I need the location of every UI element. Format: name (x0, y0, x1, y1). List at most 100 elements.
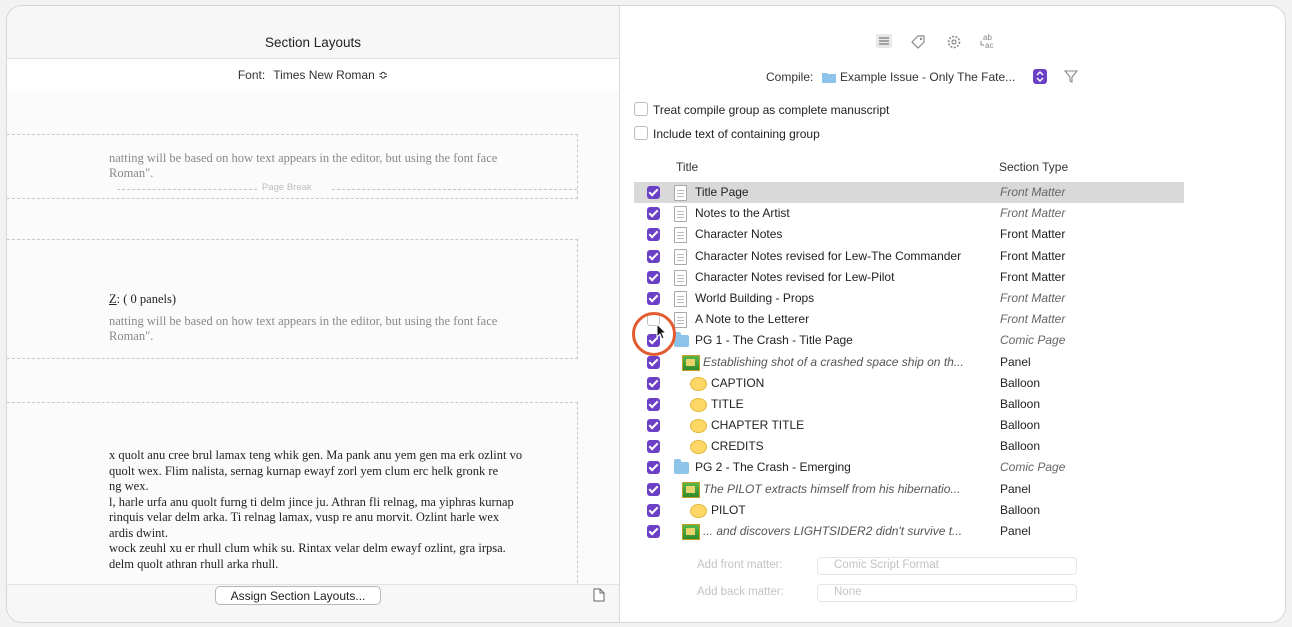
include-checkbox[interactable] (647, 503, 660, 517)
include-checkbox[interactable] (647, 249, 660, 263)
document-icon (674, 227, 687, 244)
include-group-text-option[interactable]: Include text of containing group (634, 126, 820, 141)
row-title: Character Notes (695, 227, 783, 242)
row-section-type[interactable]: Balloon (1000, 376, 1040, 390)
table-row[interactable]: The PILOT extracts himself from his hibe… (634, 479, 1184, 500)
row-section-type[interactable]: Front Matter (1000, 312, 1065, 326)
balloon-icon (690, 503, 707, 518)
page-break-line (332, 189, 577, 190)
row-section-type[interactable]: Front Matter (1000, 291, 1065, 305)
row-section-type[interactable]: Panel (1000, 355, 1031, 369)
add-back-matter-select[interactable]: None (817, 584, 1077, 602)
include-group-text-label: Include text of containing group (653, 127, 820, 141)
row-section-type[interactable]: Front Matter (1000, 206, 1065, 220)
panel-image-icon (682, 354, 700, 371)
include-checkbox[interactable] (647, 461, 660, 475)
mouse-pointer-icon (656, 323, 668, 340)
contents-table: Title Page Front Matter Notes to the Artis… (634, 182, 1184, 542)
document-icon (674, 206, 687, 223)
filter-icon[interactable] (1064, 69, 1078, 83)
compile-label: Compile: (766, 70, 814, 84)
row-title: Notes to the Artist (695, 206, 790, 221)
table-row[interactable]: Character Notes revised for Lew-Pilot Fro… (634, 267, 1184, 288)
row-section-type[interactable]: Panel (1000, 524, 1031, 538)
document-icon (674, 269, 687, 286)
row-section-type[interactable]: Balloon (1000, 397, 1040, 411)
row-section-type[interactable]: Balloon (1000, 503, 1040, 517)
table-row[interactable]: PILOT Balloon (634, 500, 1184, 521)
font-value[interactable]: Times New Roman ≎ (273, 68, 388, 82)
table-row[interactable]: CHAPTER TITLE Balloon (634, 415, 1184, 436)
complete-manuscript-checkbox[interactable] (634, 102, 648, 116)
balloon-icon (690, 440, 707, 455)
preview-line: Roman". (109, 329, 154, 343)
table-row[interactable]: PG 1 - The Crash - Title Page Comic Page (634, 330, 1184, 351)
list-icon[interactable] (876, 34, 892, 48)
row-section-type[interactable]: Panel (1000, 482, 1031, 496)
row-section-type[interactable]: Comic Page (1000, 460, 1065, 474)
panel-image-icon (682, 481, 700, 498)
row-section-type[interactable]: Balloon (1000, 439, 1040, 453)
table-row[interactable]: CREDITS Balloon (634, 436, 1184, 457)
row-section-type[interactable]: Comic Page (1000, 333, 1065, 347)
page-break-line (117, 189, 257, 190)
tag-icon[interactable] (910, 34, 926, 50)
balloon-icon (690, 397, 707, 412)
row-section-type[interactable]: Front Matter (1000, 185, 1065, 199)
replacements-icon[interactable]: ab ac (978, 32, 1000, 50)
preview-text-2: natting will be based on how text appear… (109, 314, 497, 344)
table-row[interactable]: CAPTION Balloon (634, 373, 1184, 394)
column-header-section-type[interactable]: Section Type (999, 160, 1068, 174)
document-icon (674, 290, 687, 307)
table-row[interactable]: ... and discovers LIGHTSIDER2 didn't sur… (634, 521, 1184, 542)
row-section-type[interactable]: Front Matter (1000, 249, 1065, 263)
row-title: PG 2 - The Crash - Emerging (695, 460, 851, 475)
include-checkbox[interactable] (647, 440, 660, 454)
add-front-matter-value: Comic Script Format (834, 559, 939, 571)
include-checkbox[interactable] (647, 228, 660, 242)
include-checkbox[interactable] (647, 291, 660, 305)
table-row[interactable]: Character Notes Front Matter (634, 224, 1184, 245)
preview-text-1: natting will be based on how text appear… (109, 151, 497, 181)
complete-manuscript-option[interactable]: Treat compile group as complete manuscri… (634, 102, 889, 117)
table-row[interactable]: TITLE Balloon (634, 394, 1184, 415)
row-section-type[interactable]: Balloon (1000, 418, 1040, 432)
balloon-icon (690, 376, 707, 391)
include-checkbox[interactable] (647, 525, 660, 538)
compile-contents-pane: ab ac Compile: Example Issue - Only The … (620, 6, 1285, 622)
column-header-title[interactable]: Title (676, 160, 698, 174)
table-row[interactable]: Character Notes revised for Lew-The Comm… (634, 246, 1184, 267)
include-checkbox[interactable] (647, 419, 660, 433)
row-title: PILOT (711, 502, 746, 517)
compile-group-select[interactable]: Example Issue - Only The Fate... (820, 68, 1048, 86)
table-row[interactable]: Establishing shot of a crashed space shi… (634, 352, 1184, 373)
include-checkbox[interactable] (647, 482, 660, 496)
include-group-text-checkbox[interactable] (634, 126, 648, 140)
table-row[interactable]: Notes to the Artist Front Matter (634, 203, 1184, 224)
assign-section-layouts-button[interactable]: Assign Section Layouts... (215, 586, 381, 605)
include-checkbox[interactable] (647, 270, 660, 284)
preview-line: natting will be based on how text appear… (109, 314, 498, 328)
table-row[interactable]: PG 2 - The Crash - Emerging Comic Page (634, 457, 1184, 478)
include-checkbox[interactable] (647, 355, 660, 369)
page-break-marker: Page Break (117, 182, 577, 196)
panels-label: Z: ( 0 panels) (109, 292, 176, 307)
include-checkbox[interactable] (647, 207, 660, 221)
table-row[interactable]: Title Page Front Matter (634, 182, 1184, 204)
row-section-type[interactable]: Front Matter (1000, 270, 1065, 284)
body-text-line: rinquis velar delm arka. Ti relnag lamax… (109, 510, 500, 524)
highlight-circle (632, 312, 676, 356)
table-row[interactable]: World Building - Props Front Matter (634, 288, 1184, 309)
table-header: Title Section Type (634, 158, 1184, 178)
body-text-line: ng wex. (109, 479, 149, 493)
row-section-type[interactable]: Front Matter (1000, 227, 1065, 241)
add-front-matter-select[interactable]: Comic Script Format (817, 557, 1077, 575)
document-icon[interactable] (593, 588, 605, 602)
include-checkbox[interactable] (647, 397, 660, 411)
include-checkbox[interactable] (647, 186, 660, 199)
font-selector[interactable]: Font: Times New Roman ≎ (7, 68, 619, 82)
panel-image-icon (682, 524, 700, 540)
include-checkbox[interactable] (647, 376, 660, 390)
table-row[interactable]: A Note to the Letterer Front Matter (634, 309, 1184, 330)
gear-icon[interactable] (946, 34, 962, 50)
